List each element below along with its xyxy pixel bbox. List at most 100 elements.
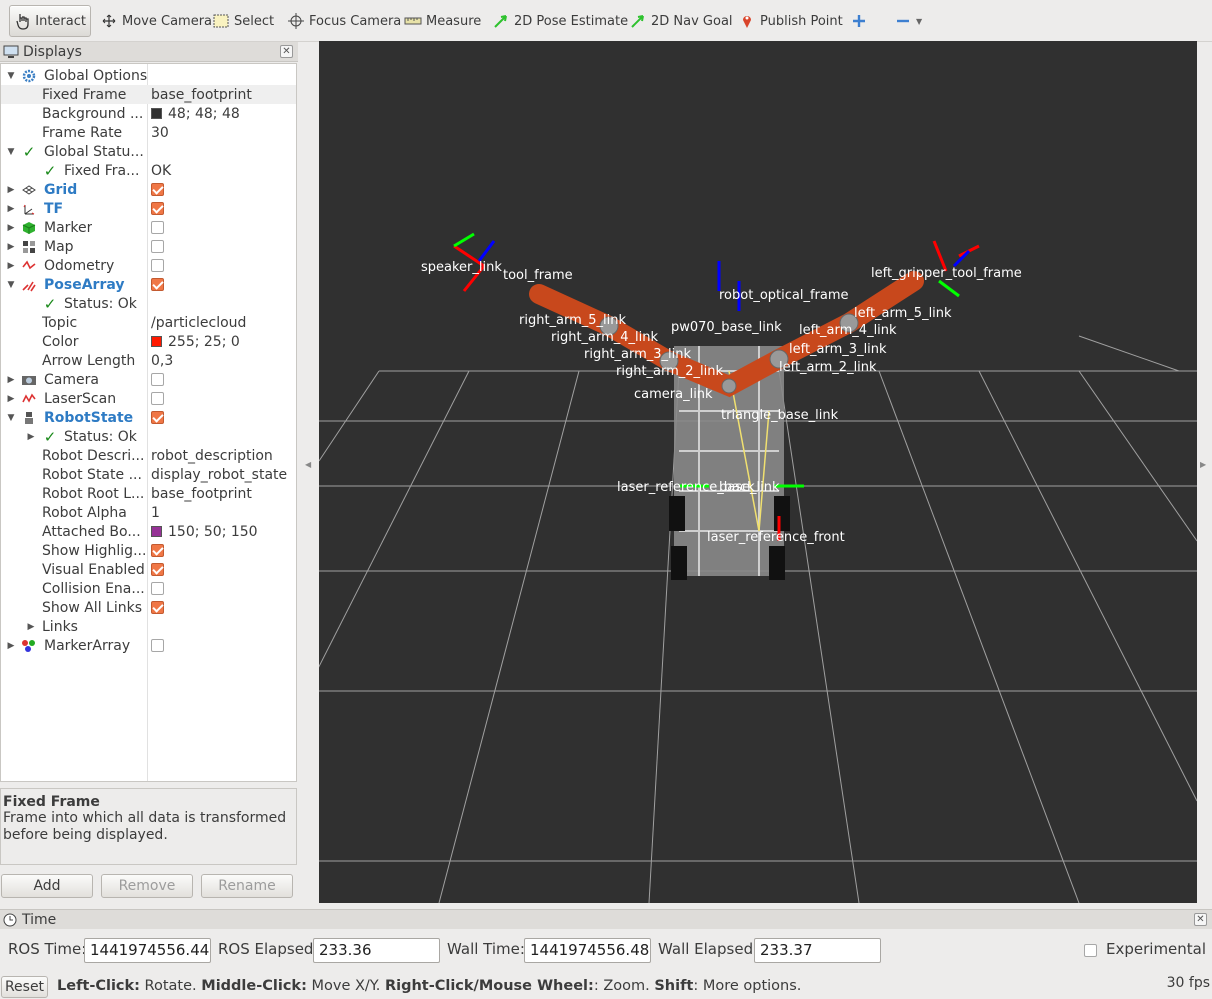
display-checkbox[interactable] <box>151 278 164 291</box>
display-row[interactable]: ▶ Map <box>1 237 296 256</box>
display-row[interactable]: ▶ Grid <box>1 180 296 199</box>
expand-arrow-icon[interactable]: ▶ <box>6 185 16 195</box>
expand-arrow-icon[interactable]: ▶ <box>6 204 16 214</box>
display-row[interactable]: ✓ Status: Ok <box>1 294 296 313</box>
expand-arrow-icon[interactable]: ▶ <box>6 394 16 404</box>
display-row[interactable]: Attached Bo... 150; 50; 150 <box>1 522 296 541</box>
add-tool-button[interactable] <box>846 5 876 37</box>
expand-arrow-icon[interactable]: ▶ <box>26 432 36 442</box>
nav-goal-tool[interactable]: 2D Nav Goal <box>625 5 737 37</box>
display-value[interactable]: 0,3 <box>151 353 173 369</box>
checkbox[interactable] <box>151 202 164 215</box>
expand-arrow-icon[interactable]: ▶ <box>6 375 16 385</box>
checkbox[interactable] <box>151 392 164 405</box>
display-row[interactable]: ▶ Odometry <box>1 256 296 275</box>
close-icon[interactable]: ✕ <box>1194 913 1207 926</box>
display-checkbox[interactable] <box>151 601 164 614</box>
pose-estimate-tool[interactable]: 2D Pose Estimate <box>488 5 632 37</box>
select-tool[interactable]: Select <box>208 5 278 37</box>
display-row[interactable]: ▶ ✓ Status: Ok <box>1 427 296 446</box>
display-value[interactable]: 255; 25; 0 <box>151 334 240 350</box>
checkbox[interactable] <box>151 411 164 424</box>
display-value[interactable]: 48; 48; 48 <box>151 106 240 122</box>
display-value[interactable]: 1 <box>151 505 160 521</box>
wall-time-field[interactable]: 1441974556.48 <box>524 938 651 963</box>
checkbox[interactable] <box>151 639 164 652</box>
display-value[interactable]: 150; 50; 150 <box>151 524 258 540</box>
display-value[interactable]: robot_description <box>151 448 273 464</box>
ros-elapsed-field[interactable]: 233.36 <box>313 938 440 963</box>
display-row[interactable]: Robot Alpha 1 <box>1 503 296 522</box>
expand-arrow-icon[interactable]: ▶ <box>6 641 16 651</box>
display-row[interactable]: Fixed Frame base_footprint <box>1 85 296 104</box>
display-value[interactable]: OK <box>151 163 171 179</box>
display-checkbox[interactable] <box>151 259 164 272</box>
experimental-checkbox[interactable] <box>1084 944 1097 957</box>
display-row[interactable]: Arrow Length 0,3 <box>1 351 296 370</box>
checkbox[interactable] <box>151 544 164 557</box>
expand-arrow-icon[interactable]: ▶ <box>6 261 16 271</box>
collapse-arrow-icon[interactable]: ▼ <box>6 280 16 290</box>
collapse-arrow-icon[interactable]: ▼ <box>6 71 16 81</box>
checkbox[interactable] <box>151 259 164 272</box>
render-3d-view[interactable]: left_gripper_tool_frame left_arm_5_link … <box>319 41 1197 903</box>
display-row[interactable]: Collision Ena... <box>1 579 296 598</box>
display-checkbox[interactable] <box>151 639 164 652</box>
checkbox[interactable] <box>151 240 164 253</box>
collapse-arrow-icon[interactable]: ▼ <box>6 147 16 157</box>
checkbox[interactable] <box>151 563 164 576</box>
checkbox[interactable] <box>151 601 164 614</box>
display-row[interactable]: ✓ Fixed Fra... OK <box>1 161 296 180</box>
close-icon[interactable]: ✕ <box>280 45 293 58</box>
display-row[interactable]: Frame Rate 30 <box>1 123 296 142</box>
remove-button[interactable]: Remove <box>101 874 193 898</box>
display-row[interactable]: ▶ Marker <box>1 218 296 237</box>
move-camera-tool[interactable]: Move Camera <box>96 5 216 37</box>
display-row[interactable]: ▶ MarkerArray <box>1 636 296 655</box>
display-value[interactable]: base_footprint <box>151 486 252 502</box>
display-row[interactable]: Show Highlig... <box>1 541 296 560</box>
display-checkbox[interactable] <box>151 582 164 595</box>
display-row[interactable]: ▼ RobotState <box>1 408 296 427</box>
checkbox[interactable] <box>151 221 164 234</box>
display-value[interactable]: display_robot_state <box>151 467 287 483</box>
display-row[interactable]: ▶ TF <box>1 199 296 218</box>
display-value[interactable]: 30 <box>151 125 169 141</box>
rename-button[interactable]: Rename <box>201 874 293 898</box>
3d-scene[interactable]: left_gripper_tool_frame left_arm_5_link … <box>319 41 1197 903</box>
display-row[interactable]: Visual Enabled <box>1 560 296 579</box>
add-button[interactable]: Add <box>1 874 93 898</box>
checkbox[interactable] <box>151 373 164 386</box>
display-checkbox[interactable] <box>151 563 164 576</box>
expand-arrow-icon[interactable]: ▶ <box>6 242 16 252</box>
checkbox[interactable] <box>151 582 164 595</box>
checkbox[interactable] <box>151 278 164 291</box>
display-row[interactable]: ▼ Global Options <box>1 66 296 85</box>
display-row[interactable]: Color 255; 25; 0 <box>1 332 296 351</box>
display-row[interactable]: ▶ Links <box>1 617 296 636</box>
focus-camera-tool[interactable]: Focus Camera <box>283 5 405 37</box>
display-row[interactable]: ▶ Camera <box>1 370 296 389</box>
reset-button[interactable]: Reset <box>1 976 48 998</box>
expand-arrow-icon[interactable]: ▶ <box>6 223 16 233</box>
remove-tool-button[interactable]: ▼ <box>890 5 926 37</box>
wall-elapsed-field[interactable]: 233.37 <box>754 938 881 963</box>
display-row[interactable]: Background ... 48; 48; 48 <box>1 104 296 123</box>
display-checkbox[interactable] <box>151 411 164 424</box>
display-checkbox[interactable] <box>151 392 164 405</box>
interact-tool[interactable]: Interact <box>9 5 91 37</box>
display-row[interactable]: ▼ PoseArray <box>1 275 296 294</box>
display-row[interactable]: ▼ ✓ Global Statu... <box>1 142 296 161</box>
measure-tool[interactable]: Measure <box>400 5 485 37</box>
display-checkbox[interactable] <box>151 373 164 386</box>
display-row[interactable]: Show All Links <box>1 598 296 617</box>
display-checkbox[interactable] <box>151 202 164 215</box>
publish-point-tool[interactable]: Publish Point <box>734 5 847 37</box>
expand-arrow-icon[interactable]: ▶ <box>26 622 36 632</box>
collapse-arrow-icon[interactable]: ▼ <box>6 413 16 423</box>
display-row[interactable]: Robot Root L... base_footprint <box>1 484 296 503</box>
display-checkbox[interactable] <box>151 183 164 196</box>
display-row[interactable]: Robot Descri... robot_description <box>1 446 296 465</box>
display-checkbox[interactable] <box>151 240 164 253</box>
display-row[interactable]: ▶ LaserScan <box>1 389 296 408</box>
